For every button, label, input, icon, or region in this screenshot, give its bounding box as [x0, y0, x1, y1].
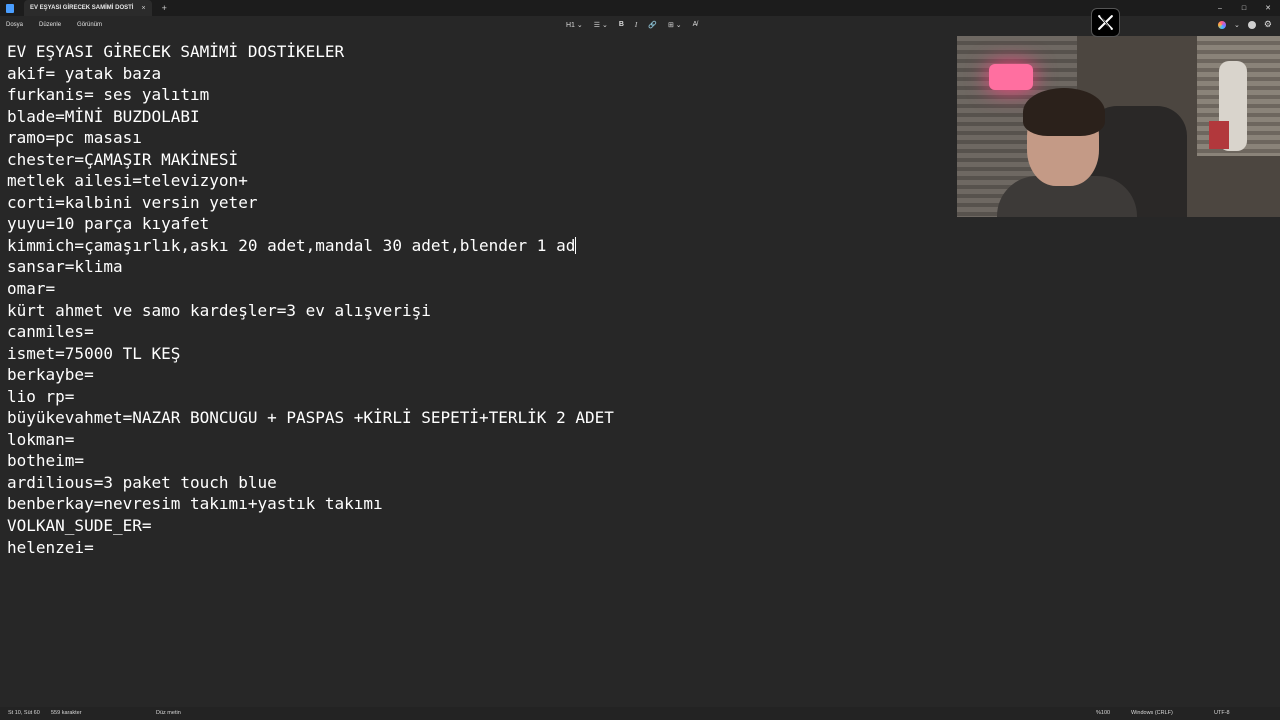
- text-line[interactable]: yuyu=10 parça kıyafet: [7, 213, 947, 235]
- copilot-icon[interactable]: [1218, 20, 1227, 29]
- new-tab-button[interactable]: +: [162, 3, 167, 13]
- text-line-content: furkanis= ses yalıtım: [7, 85, 210, 105]
- title-bar: EV EŞYASI GİRECEK SAMİMİ DOSTİ × + – □ ✕: [0, 0, 1280, 16]
- bold-button[interactable]: B: [619, 21, 624, 28]
- text-line[interactable]: ismet=75000 TL KEŞ: [7, 343, 947, 365]
- text-line-content: EV EŞYASI GİRECEK SAMİMİ DOSTİKELER: [7, 42, 345, 61]
- format-toolbar: H1 ⌄ ☰ ⌄ B I 🔗 ⊞ ⌄ A̸: [566, 16, 697, 33]
- text-line-content: lio rp=: [7, 386, 75, 406]
- text-line[interactable]: EV EŞYASI GİRECEK SAMİMİ DOSTİKELER: [7, 41, 947, 63]
- text-line[interactable]: ramo=pc masası: [7, 127, 947, 149]
- x-logo-icon: [1091, 8, 1120, 37]
- text-format-indicator[interactable]: Düz metin: [156, 710, 181, 716]
- text-line-content: VOLKAN_SUDE_ER=: [7, 516, 152, 536]
- clear-format-icon[interactable]: A̸: [693, 21, 698, 28]
- heading-dropdown[interactable]: H1 ⌄: [566, 21, 583, 29]
- text-line[interactable]: metlek ailesi=televizyon+: [7, 170, 947, 192]
- text-line-content: kürt ahmet ve samo kardeşler=3 ev alışve…: [7, 300, 431, 320]
- text-line[interactable]: sansar=klima: [7, 256, 947, 278]
- close-window-button[interactable]: ✕: [1256, 4, 1280, 12]
- text-line[interactable]: helenzei=: [7, 537, 947, 559]
- cursor-position: St 10, Süt 60: [8, 710, 40, 716]
- webcam-pink-light: [989, 64, 1033, 90]
- text-line-content: helenzei=: [7, 537, 94, 557]
- text-caret: [575, 236, 577, 254]
- tab-close-icon[interactable]: ×: [141, 5, 145, 12]
- menu-edit[interactable]: Düzenle: [39, 22, 61, 28]
- menu-file[interactable]: Dosya: [6, 22, 23, 28]
- right-toolbar: ⌄ ⚙: [1218, 16, 1272, 33]
- tab-title: EV EŞYASI GİRECEK SAMİMİ DOSTİ: [30, 5, 134, 11]
- text-line-content: omar=: [7, 279, 56, 299]
- text-line[interactable]: kürt ahmet ve samo kardeşler=3 ev alışve…: [7, 300, 947, 322]
- text-line[interactable]: akif= yatak baza: [7, 63, 947, 85]
- text-line[interactable]: ardilious=3 paket touch blue: [7, 472, 947, 494]
- zoom-level[interactable]: %100: [1096, 710, 1110, 716]
- webcam-red-object: [1209, 121, 1229, 149]
- text-line[interactable]: kimmich=çamaşırlık,askı 20 adet,mandal 3…: [7, 235, 947, 257]
- text-line[interactable]: büyükevahmet=NAZAR BONCUGU + PASPAS +KİR…: [7, 407, 947, 429]
- maximize-button[interactable]: □: [1232, 5, 1256, 12]
- text-line-content: botheim=: [7, 451, 85, 471]
- account-avatar[interactable]: [1247, 20, 1256, 29]
- settings-gear-icon[interactable]: ⚙: [1264, 19, 1272, 30]
- status-bar: St 10, Süt 60 559 karakter Düz metin %10…: [0, 707, 1280, 720]
- list-dropdown-icon[interactable]: ☰ ⌄: [594, 21, 608, 29]
- text-line-content: sansar=klima: [7, 257, 123, 277]
- line-ending-indicator[interactable]: Windows (CRLF): [1131, 710, 1173, 716]
- text-line-content: benberkay=nevresim takımı+yastık takımı: [7, 494, 383, 514]
- webcam-person-hair: [1023, 88, 1105, 136]
- text-line-content: akif= yatak baza: [7, 63, 162, 83]
- text-line[interactable]: blade=MİNİ BUZDOLABI: [7, 106, 947, 128]
- text-line-content: kimmich=çamaşırlık,askı 20 adet,mandal 3…: [7, 235, 576, 255]
- text-line-content: büyükevahmet=NAZAR BONCUGU + PASPAS +KİR…: [7, 408, 614, 428]
- encoding-indicator[interactable]: UTF-8: [1214, 710, 1230, 716]
- text-line[interactable]: botheim=: [7, 450, 947, 472]
- document-tab[interactable]: EV EŞYASI GİRECEK SAMİMİ DOSTİ ×: [24, 0, 152, 16]
- text-line-content: berkaybe=: [7, 365, 94, 385]
- text-line[interactable]: chester=ÇAMAŞIR MAKİNESİ: [7, 149, 947, 171]
- text-line-content: yuyu=10 parça kıyafet: [7, 214, 210, 234]
- text-line[interactable]: lokman=: [7, 429, 947, 451]
- text-line-content: ardilious=3 paket touch blue: [7, 472, 277, 492]
- character-count: 559 karakter: [51, 710, 82, 716]
- text-line[interactable]: lio rp=: [7, 386, 947, 408]
- text-line-content: chester=ÇAMAŞIR MAKİNESİ: [7, 149, 239, 169]
- text-line[interactable]: berkaybe=: [7, 364, 947, 386]
- webcam-overlay: [957, 36, 1280, 217]
- text-editor[interactable]: EV EŞYASI GİRECEK SAMİMİ DOSTİKELER akif=…: [7, 41, 947, 558]
- text-line[interactable]: benberkay=nevresim takımı+yastık takımı: [7, 493, 947, 515]
- menu-view[interactable]: Görünüm: [77, 22, 102, 28]
- link-icon[interactable]: 🔗: [648, 21, 657, 29]
- text-line[interactable]: VOLKAN_SUDE_ER=: [7, 515, 947, 537]
- italic-button[interactable]: I: [635, 21, 637, 29]
- minimize-button[interactable]: –: [1208, 5, 1232, 12]
- text-line-content: corti=kalbini versin yeter: [7, 192, 258, 212]
- text-line[interactable]: canmiles=: [7, 321, 947, 343]
- copilot-dropdown-icon[interactable]: ⌄: [1234, 21, 1240, 29]
- text-line-content: metlek ailesi=televizyon+: [7, 171, 248, 191]
- text-line[interactable]: omar=: [7, 278, 947, 300]
- text-line[interactable]: furkanis= ses yalıtım: [7, 84, 947, 106]
- notepad-app-icon: [6, 3, 14, 13]
- text-line-content: blade=MİNİ BUZDOLABI: [7, 106, 200, 126]
- window-controls: – □ ✕: [1208, 0, 1280, 16]
- text-line-content: lokman=: [7, 429, 75, 449]
- text-line-content: ismet=75000 TL KEŞ: [7, 343, 181, 363]
- text-line-content: canmiles=: [7, 322, 94, 342]
- text-line[interactable]: corti=kalbini versin yeter: [7, 192, 947, 214]
- text-line-content: ramo=pc masası: [7, 128, 142, 148]
- table-dropdown-icon[interactable]: ⊞ ⌄: [668, 21, 682, 29]
